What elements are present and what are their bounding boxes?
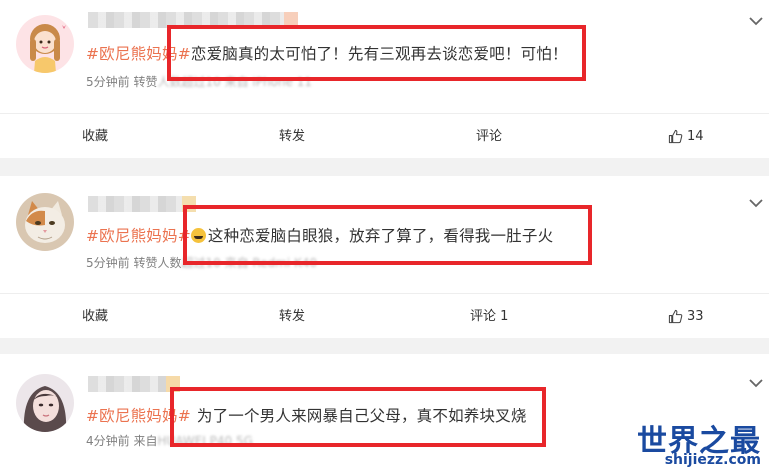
post-content: #欧尼熊妈妈#恋爱脑真的太可怕了！先有三观再去谈恋爱吧！可怕！	[86, 42, 568, 64]
hashtag-link[interactable]: #欧尼熊妈妈#	[86, 407, 191, 425]
post-text: 恋爱脑真的太可怕了！先有三观再去谈恋爱吧！可怕！	[190, 45, 568, 63]
post-divider	[0, 158, 769, 176]
cartoon-girl-avatar-icon	[16, 15, 74, 73]
avatar[interactable]	[16, 193, 74, 251]
post-time[interactable]: 5分钟前	[86, 256, 130, 270]
chevron-down-icon[interactable]	[747, 196, 765, 210]
post-body: #欧尼熊妈妈#恋爱脑真的太可怕了！先有三观再去谈恋爱吧！可怕！ 5分钟前 转赞人…	[0, 0, 769, 113]
hashtag-link[interactable]: #欧尼熊妈妈#	[86, 227, 191, 245]
avatar[interactable]	[16, 15, 74, 73]
post-divider	[0, 338, 769, 354]
girl-photo-avatar-icon	[16, 374, 74, 432]
meta-source: HUAWEI P40 5G	[157, 434, 253, 448]
post-meta: 5分钟前 转赞人数超过10 来自 iPhone 11	[86, 73, 312, 90]
username[interactable]	[88, 196, 196, 212]
thumbs-up-icon	[668, 129, 683, 144]
post-time[interactable]: 4分钟前	[86, 434, 130, 448]
comment-button[interactable]: 评论	[476, 114, 502, 159]
chevron-down-icon[interactable]	[747, 14, 765, 28]
action-bar: 收藏 转发 评论 1 33	[0, 293, 769, 338]
post-content: #欧尼熊妈妈# 为了一个男人来网暴自己父母，真不如养块叉烧	[86, 404, 527, 426]
comment-button[interactable]: 评论 1	[470, 294, 508, 339]
post-body: #欧尼熊妈妈# 这种恋爱脑白眼狼，放弃了算了，看得我一肚子火 5分钟前 转赞人数超…	[0, 176, 769, 293]
favorite-button[interactable]: 收藏	[82, 294, 108, 339]
meta-label: 来自	[133, 434, 158, 448]
hashtag-link[interactable]: #欧尼熊妈妈#	[86, 45, 191, 63]
chevron-down-icon[interactable]	[747, 376, 765, 390]
post-text: 为了一个男人来网暴自己父母，真不如养块叉烧	[196, 407, 527, 425]
avatar[interactable]	[16, 374, 74, 432]
site-watermark: 世界之最 shijiezz.com	[631, 416, 761, 470]
like-count: 14	[687, 129, 704, 144]
post-2: #欧尼熊妈妈# 这种恋爱脑白眼狼，放弃了算了，看得我一肚子火 5分钟前 转赞人数超…	[0, 176, 769, 338]
username[interactable]	[88, 376, 180, 392]
action-bar: 收藏 转发 评论 14	[0, 113, 769, 158]
like-button[interactable]: 14	[668, 114, 704, 159]
thumbs-up-icon	[668, 309, 683, 324]
username[interactable]	[88, 12, 298, 28]
meta-source: 超过10 来自 Redmi K40	[181, 256, 318, 270]
repost-button[interactable]: 转发	[279, 114, 305, 159]
post-content: #欧尼熊妈妈# 这种恋爱脑白眼狼，放弃了算了，看得我一肚子火	[86, 224, 553, 246]
post-text: 这种恋爱脑白眼狼，放弃了算了，看得我一肚子火	[207, 227, 554, 245]
like-count: 33	[687, 309, 704, 324]
like-button[interactable]: 33	[668, 294, 704, 339]
meta-label: 转赞人数	[133, 256, 182, 270]
meta-label: 转赞	[133, 75, 158, 89]
post-meta: 4分钟前 来自HUAWEI P40 5G	[86, 432, 253, 449]
post-time[interactable]: 5分钟前	[86, 75, 130, 89]
meta-source: 人数超过10 来自 iPhone 11	[157, 75, 312, 89]
watermark-url: shijiezz.com	[664, 452, 761, 468]
favorite-button[interactable]: 收藏	[82, 114, 108, 159]
cat-avatar-icon	[16, 193, 74, 251]
repost-button[interactable]: 转发	[279, 294, 305, 339]
post-meta: 5分钟前 转赞人数超过10 来自 Redmi K40	[86, 254, 317, 271]
angry-face-emoji-icon	[190, 228, 206, 243]
post-1: #欧尼熊妈妈#恋爱脑真的太可怕了！先有三观再去谈恋爱吧！可怕！ 5分钟前 转赞人…	[0, 0, 769, 158]
